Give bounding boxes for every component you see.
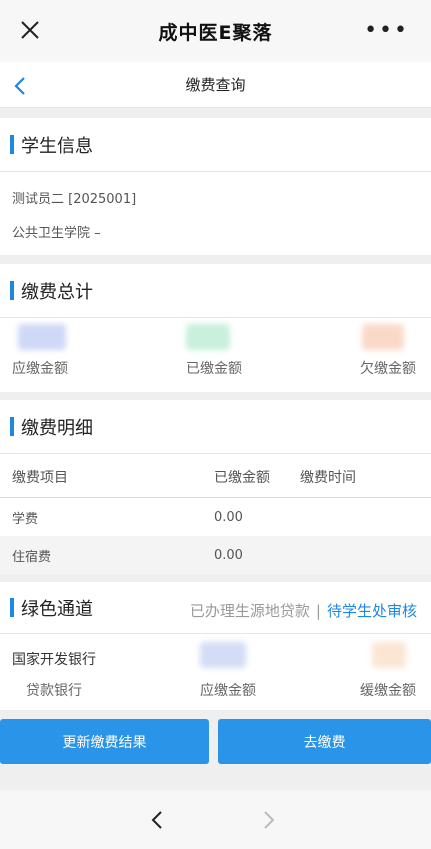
payment-detail-title: 缴费明细 [21,417,93,439]
loan-due-label: 应缴金额 [200,683,256,699]
bottom-bar [0,790,431,849]
deferred-label: 缓缴金额 [360,683,416,699]
payment-detail-card: 缴费明细 缴费项目 已缴金额 缴费时间 学费 0.00 住宿费 0.00 [0,400,431,574]
payment-summary-title: 缴费总计 [21,281,93,303]
table-row: 住宿费 0.00 [0,536,431,574]
section-marker [10,598,14,617]
top-bar: 成中医E聚落 ••• [0,0,431,62]
more-icon[interactable]: ••• [364,20,409,42]
back-arrow-icon[interactable] [12,76,28,96]
table-header: 缴费项目 已缴金额 缴费时间 [0,456,431,498]
loan-due-value [200,642,246,668]
paid-amount-label: 已缴金额 [186,361,242,377]
green-channel-status: 已办理生源地贷款 | 待学生处审核 [190,600,417,621]
column-header-paid: 已缴金额 [214,469,270,486]
browser-back-icon[interactable] [150,810,164,830]
column-header-time: 缴费时间 [300,469,356,486]
close-icon[interactable] [18,18,42,42]
section-marker [10,281,14,300]
section-marker [10,417,14,436]
nav-bar: 缴费查询 [0,62,431,108]
green-channel-card: 绿色通道 已办理生源地贷款 | 待学生处审核 国家开发银行 贷款银行 应缴金额 缓缴… [0,582,431,710]
owed-amount-label: 欠缴金额 [360,361,416,377]
refresh-payment-button[interactable]: 更新缴费结果 [0,719,209,764]
row-paid: 0.00 [214,547,243,563]
browser-forward-icon[interactable] [262,810,276,830]
app-title: 成中医E聚落 [158,21,273,44]
status-done: 已办理生源地贷款 [189,602,310,620]
column-header-item: 缴费项目 [12,469,68,486]
deferred-value [372,642,406,668]
section-marker [10,135,14,154]
row-item: 学费 [12,512,39,527]
payment-detail-header: 缴费明细 [0,400,431,454]
due-amount-value [18,324,66,350]
payment-summary-header: 缴费总计 [0,264,431,318]
go-pay-button[interactable]: 去缴费 [218,719,431,764]
student-name-id: 测试员二 [2025001] [12,192,137,207]
table-row: 学费 0.00 [0,499,431,537]
loan-bank-label: 贷款银行 [26,683,82,699]
student-info-card: 学生信息 测试员二 [2025001] 公共卫生学院 – [0,118,431,255]
student-info-title: 学生信息 [21,135,93,157]
status-pending: 待学生处审核 [326,602,417,620]
status-separator: | [315,602,321,620]
row-item: 住宿费 [12,549,52,565]
owed-amount-value [362,324,404,350]
paid-amount-value [186,324,230,350]
student-school: 公共卫生学院 – [12,226,101,241]
payment-summary-card: 缴费总计 应缴金额 已缴金额 欠缴金额 [0,264,431,392]
student-info-header: 学生信息 [0,118,431,172]
due-amount-label: 应缴金额 [12,361,68,377]
page-title: 缴费查询 [185,76,246,94]
row-paid: 0.00 [214,510,243,525]
green-channel-title: 绿色通道 [21,598,93,620]
bank-name: 国家开发银行 [12,652,96,668]
